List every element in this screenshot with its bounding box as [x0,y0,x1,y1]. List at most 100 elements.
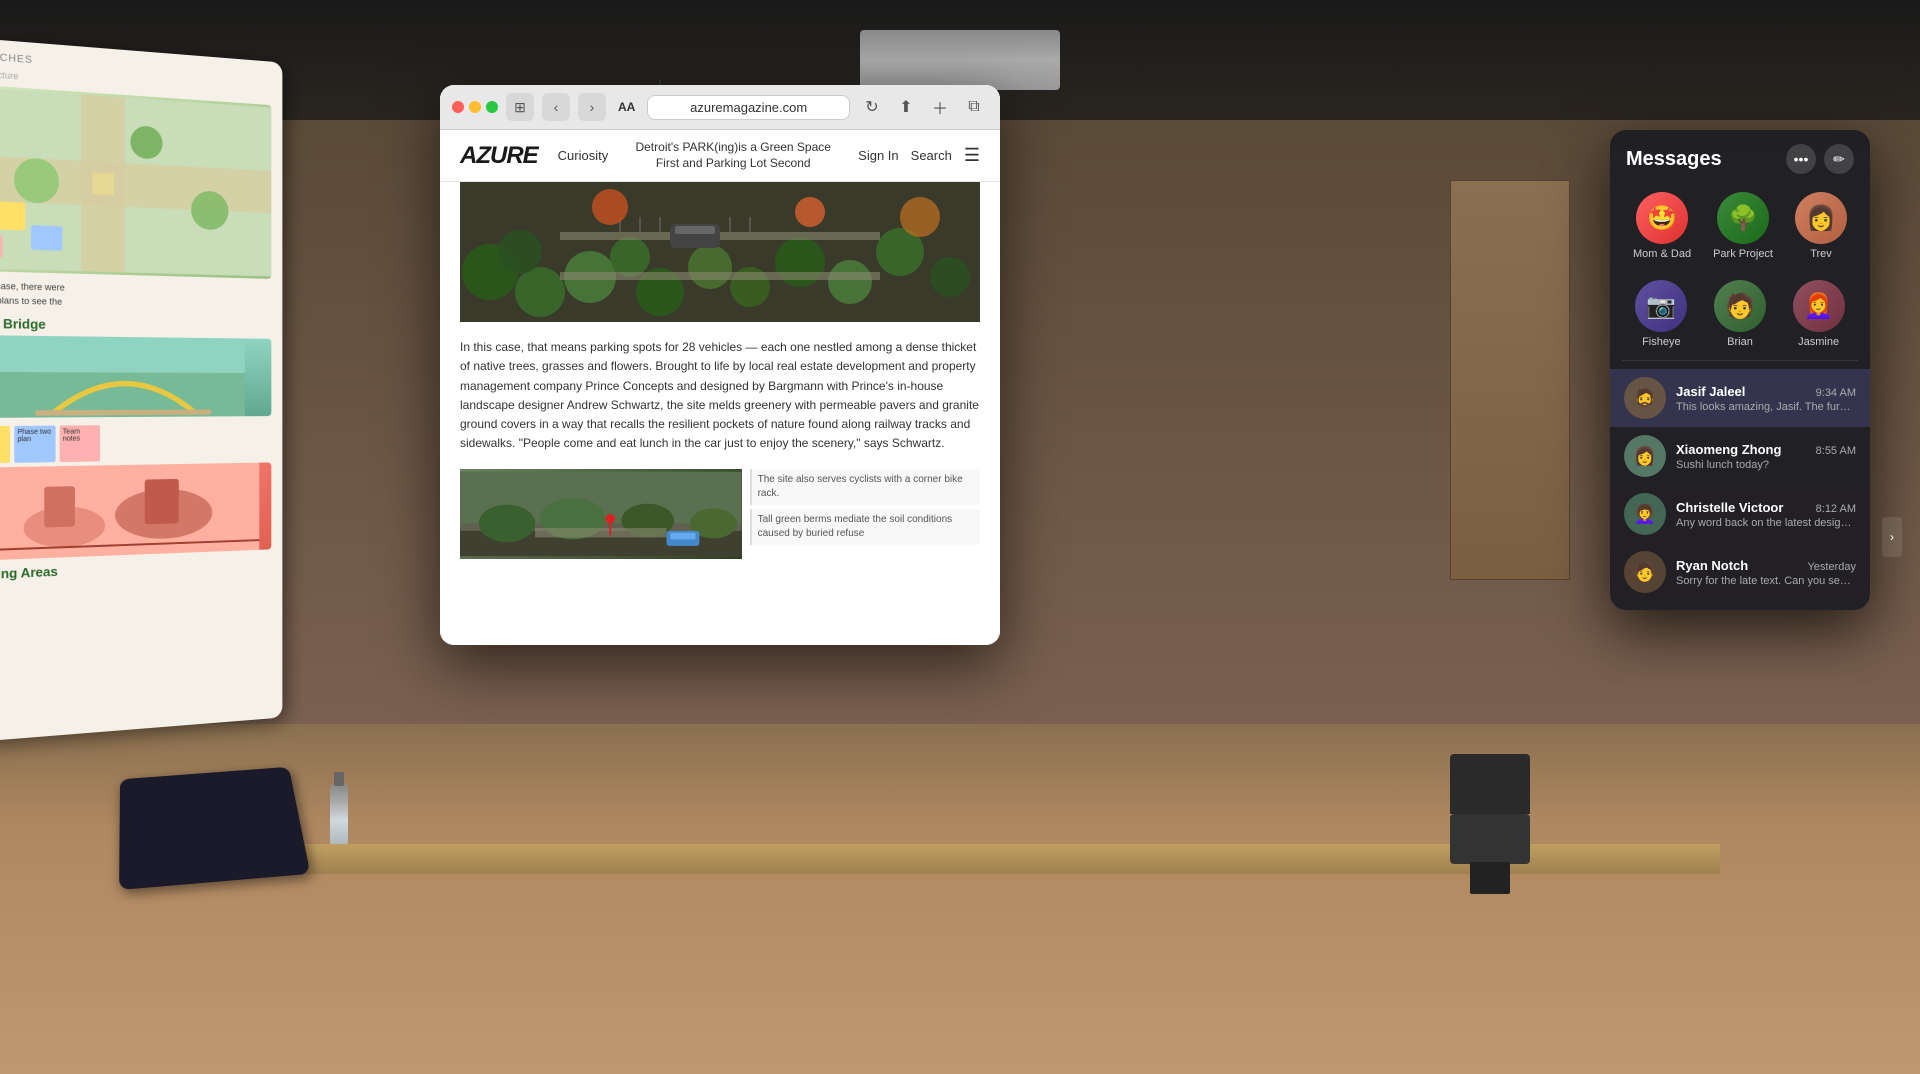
contact-avatar-jasmine: 👩‍🦰 [1793,280,1845,332]
message-time-xiaomeng: 8:55 AM [1816,445,1856,457]
sidebar-toggle-button[interactable]: ⊞ [506,93,534,121]
messages-more-button[interactable]: ••• [1786,144,1816,174]
chair-seat [1450,814,1530,864]
office-chair [1440,774,1540,894]
message-preview-xiaomeng: Sushi lunch today? [1676,459,1856,471]
message-list[interactable]: 🧔 Jasif Jaleel 9:34 AM This looks amazin… [1610,361,1870,610]
messages-panel: Messages ••• ✏ 🤩 Mom & Dad 🌳 Park Projec… [1610,130,1870,610]
message-avatar-ryan: 🧑 [1624,551,1666,593]
message-row-jasif[interactable]: 🧔 Jasif Jaleel 9:34 AM This looks amazin… [1610,369,1870,427]
search-link[interactable]: Search [911,148,952,163]
message-name-row-ryan: Ryan Notch Yesterday [1676,558,1856,573]
contact-avatar-brian: 🧑 [1714,280,1766,332]
seating-areas-label: Seating Areas [0,555,271,583]
message-avatar-christelle: 👩‍🦱 [1624,493,1666,535]
messages-contacts-row1: 🤩 Mom & Dad 🌳 Park Project 👩 Trev [1610,184,1870,272]
messages-header-buttons: ••• ✏ [1786,144,1854,174]
desk-tablet[interactable] [119,767,310,890]
caption-2: Tall green berms mediate the soil condit… [750,509,980,545]
message-preview-christelle: Any word back on the latest designs? [1676,517,1856,529]
contact-avatar-park-project: 🌳 [1717,192,1769,244]
browser-window: ⊞ ‹ › AA azuremagazine.com ↻ ⬆ ＋ ⧉ AZURE… [440,85,1000,645]
reload-button[interactable]: ↻ [858,93,886,121]
maximize-button[interactable] [486,101,498,113]
contact-name-brian: Brian [1727,336,1753,348]
contact-name-park-project: Park Project [1713,248,1773,260]
message-row-ryan[interactable]: 🧑 Ryan Notch Yesterday Sorry for the lat… [1610,543,1870,601]
contact-name-mom-dad: Mom & Dad [1633,248,1691,260]
messages-title: Messages [1626,148,1722,171]
seating-image [0,462,271,561]
right-scroll-arrow[interactable]: › [1882,517,1902,557]
message-preview-jasif: This looks amazing, Jasif. The furniture… [1676,401,1856,413]
browser-actions: ↻ ⬆ ＋ ⧉ [858,93,988,121]
contact-avatar-mom-dad: 🤩 [1636,192,1688,244]
message-name-row-christelle: Christelle Victoor 8:12 AM [1676,500,1856,515]
message-avatar-jasif: 🧔 [1624,377,1666,419]
message-time-christelle: 8:12 AM [1816,503,1856,515]
url-text: azuremagazine.com [690,100,807,115]
contact-avatar-fisheye: 📷 [1635,280,1687,332]
contact-trev[interactable]: 👩 Trev [1795,192,1847,260]
water-bottle [330,784,348,844]
article-bottom-section: The site also serves cyclists with a cor… [460,469,980,559]
share-button[interactable]: ⬆ [892,93,920,121]
bottle-cap [334,772,344,786]
copy-button[interactable]: ⧉ [960,93,988,121]
menu-icon[interactable]: ☰ [964,145,980,166]
contact-mom-dad[interactable]: 🤩 Mom & Dad [1633,192,1691,260]
message-name-row-jasif: Jasif Jaleel 9:34 AM [1676,384,1856,399]
message-sender-christelle: Christelle Victoor [1676,500,1783,515]
message-info-ryan: Ryan Notch Yesterday Sorry for the late … [1676,558,1856,587]
message-time-jasif: 9:34 AM [1816,387,1856,399]
forward-button[interactable]: › [578,93,606,121]
message-row-xiaomeng[interactable]: 👩 Xiaomeng Zhong 8:55 AM Sushi lunch tod… [1610,427,1870,485]
close-button[interactable] [452,101,464,113]
azure-nav: AZURE Curiosity Detroit's PARK(ing)is a … [440,130,1000,182]
contact-park-project[interactable]: 🌳 Park Project [1713,192,1773,260]
contact-name-jasmine: Jasmine [1798,336,1839,348]
traffic-lights [452,101,498,113]
sticky-note-blue: Phase two plan [14,426,55,463]
chair-base [1470,862,1510,894]
message-info-christelle: Christelle Victoor 8:12 AM Any word back… [1676,500,1856,529]
design-map-image [0,84,271,279]
new-tab-button[interactable]: ＋ [926,93,954,121]
messages-header: Messages ••• ✏ [1610,130,1870,184]
url-bar[interactable]: azuremagazine.com [647,95,850,120]
message-info-xiaomeng: Xiaomeng Zhong 8:55 AM Sushi lunch today… [1676,442,1856,471]
sticky-note-yellow: Lara's ideas a new... [0,426,10,464]
message-avatar-xiaomeng: 👩 [1624,435,1666,477]
messages-compose-button[interactable]: ✏ [1824,144,1854,174]
message-preview-ryan: Sorry for the late text. Can you send me… [1676,575,1856,587]
contact-brian[interactable]: 🧑 Brian [1714,280,1766,348]
message-sender-jasif: Jasif Jaleel [1676,384,1745,399]
sign-in-link[interactable]: Sign In [858,148,898,163]
chair-back [1450,754,1530,814]
article-body: In this case, that means parking spots f… [460,338,980,453]
back-button[interactable]: ‹ [542,93,570,121]
message-sender-xiaomeng: Xiaomeng Zhong [1676,442,1781,457]
article-captions: The site also serves cyclists with a cor… [750,469,980,559]
message-time-ryan: Yesterday [1807,561,1856,573]
minimize-button[interactable] [469,101,481,113]
contact-name-trev: Trev [1810,248,1832,260]
bookshelf [1450,180,1570,580]
nav-actions: Sign In Search ☰ [858,145,980,166]
contact-fisheye[interactable]: 📷 Fisheye [1635,280,1687,348]
article-street-image [460,469,742,559]
contact-jasmine[interactable]: 👩‍🦰 Jasmine [1793,280,1845,348]
curiosity-nav-link[interactable]: Curiosity [558,148,609,163]
caption-1: The site also serves cyclists with a cor… [750,469,980,505]
reader-mode-button[interactable]: AA [614,100,639,114]
messages-contacts-row2: 📷 Fisheye 🧑 Brian 👩‍🦰 Jasmine [1610,272,1870,360]
contact-avatar-trev: 👩 [1795,192,1847,244]
sticky-note-pink: Team notes [60,425,100,462]
message-info-jasif: Jasif Jaleel 9:34 AM This looks amazing,… [1676,384,1856,413]
article-hero-image [460,182,980,322]
ceiling-duct [860,30,1060,90]
azure-article[interactable]: In this case, that means parking spots f… [440,182,1000,642]
azure-logo[interactable]: AZURE [460,142,538,170]
sticky-notes-area: Lara's ideas a new... Phase two plan Tea… [0,424,271,464]
message-row-christelle[interactable]: 👩‍🦱 Christelle Victoor 8:12 AM Any word … [1610,485,1870,543]
